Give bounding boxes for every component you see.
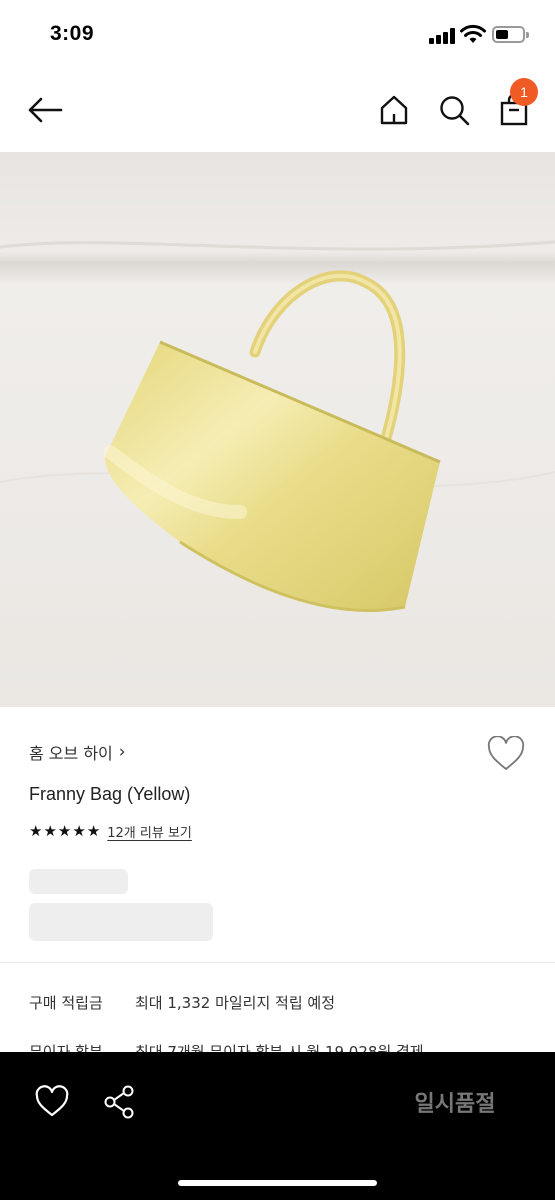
heart-icon	[487, 735, 525, 770]
price-skeleton	[29, 869, 128, 894]
product-image[interactable]	[0, 152, 555, 707]
star-icon: ★	[57, 822, 72, 840]
share-icon	[104, 1085, 134, 1119]
home-button[interactable]	[374, 88, 414, 132]
star-icon: ★	[29, 822, 43, 840]
info-label: 구매 적립금	[29, 994, 103, 1012]
home-indicator	[178, 1180, 377, 1186]
heart-icon	[35, 1085, 69, 1117]
star-icon: ★	[86, 822, 101, 840]
share-button[interactable]	[100, 1082, 140, 1122]
battery-icon	[492, 26, 529, 43]
status-time: 3:09	[50, 22, 95, 45]
divider	[0, 962, 555, 963]
search-button[interactable]	[434, 88, 474, 132]
signal-icon	[429, 28, 455, 44]
chevron-right-icon: ›	[118, 742, 126, 762]
wifi-icon	[460, 24, 486, 43]
cart-count-badge: 1	[510, 78, 538, 106]
rating-row: ★ ★ ★ ★ ★ 12개 리뷰 보기	[29, 822, 192, 842]
back-button[interactable]	[22, 90, 68, 130]
home-icon	[380, 95, 408, 125]
star-icon: ★	[72, 822, 86, 840]
wishlist-button[interactable]	[486, 735, 526, 772]
review-link[interactable]: 12개 리뷰 보기	[107, 822, 192, 841]
arrow-left-icon	[28, 97, 63, 123]
star-icon: ★	[43, 822, 57, 840]
product-title: Franny Bag (Yellow)	[29, 784, 191, 804]
info-row-mileage: 구매 적립금 최대 1,332 마일리지 적립 예정	[29, 992, 335, 1013]
rating-stars: ★ ★ ★ ★ ★	[29, 824, 100, 839]
info-value: 최대 1,332 마일리지 적립 예정	[135, 994, 336, 1012]
bottom-action-bar: 일시품절	[0, 1052, 555, 1200]
status-bar: 3:09	[0, 0, 555, 70]
price-skeleton-large	[29, 903, 213, 941]
brand-link[interactable]: 홈 오브 하이 ›	[29, 740, 126, 764]
search-icon	[440, 96, 470, 126]
soldout-button[interactable]: 일시품절	[380, 1084, 530, 1120]
bottom-wishlist-button[interactable]	[32, 1084, 72, 1120]
product-photo	[0, 152, 555, 707]
brand-name: 홈 오브 하이	[29, 744, 113, 763]
top-nav	[0, 70, 555, 150]
